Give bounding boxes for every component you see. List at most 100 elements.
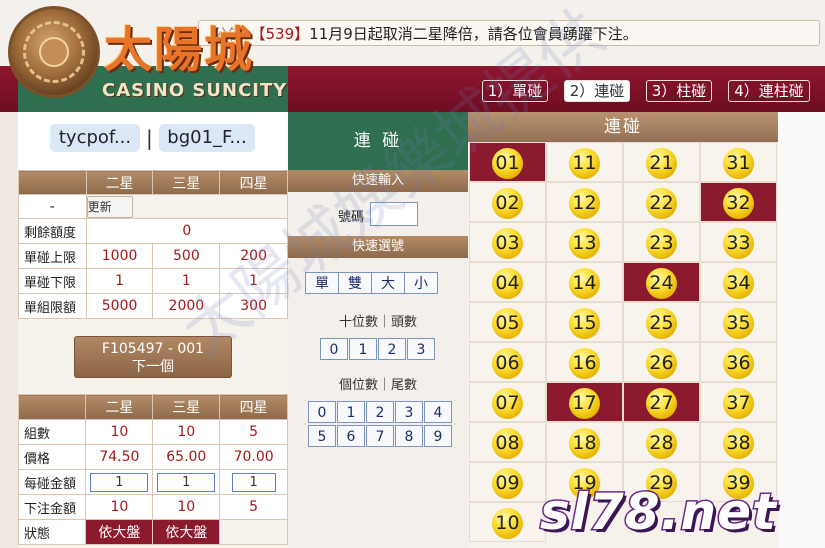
units-digit-buttons-row2: 5 6 7 8 9	[308, 425, 453, 447]
number-ball-12: 12	[569, 188, 600, 219]
units-digit-label: 個位數｜尾數	[338, 378, 417, 393]
number-cell-31[interactable]: 31	[700, 142, 777, 182]
number-cell-16[interactable]: 16	[546, 342, 623, 382]
number-cell-06[interactable]: 06	[469, 342, 546, 382]
price-2star: 74.50	[85, 444, 154, 470]
units-4-button[interactable]: 4	[424, 401, 452, 423]
per-bet-amount-3star-input[interactable]: 1	[157, 472, 216, 492]
row-label-group-limit: 單組限額	[18, 293, 87, 319]
bet-header-3star: 三星	[152, 394, 221, 420]
number-cell-13[interactable]: 13	[546, 222, 623, 262]
number-cell-33[interactable]: 33	[700, 222, 777, 262]
number-cell-07[interactable]: 07	[469, 382, 546, 422]
bet-header-4star: 四星	[219, 394, 288, 420]
number-cell-12[interactable]: 12	[546, 182, 623, 222]
number-cell-15[interactable]: 15	[546, 302, 623, 342]
groups-4star: 5	[219, 419, 288, 445]
number-cell-25[interactable]: 25	[623, 302, 700, 342]
number-cell-24[interactable]: 24	[623, 262, 700, 302]
number-cell-38[interactable]: 38	[700, 422, 777, 462]
number-cell-02[interactable]: 02	[469, 182, 546, 222]
tens-3-button[interactable]: 3	[407, 338, 435, 360]
per-bet-amount-4star-input[interactable]: 1	[231, 472, 276, 492]
odd-button[interactable]: 單	[305, 272, 339, 294]
quick-input-header: 快速輸入	[288, 170, 468, 192]
units-6-button[interactable]: 6	[337, 425, 365, 447]
units-9-button[interactable]: 9	[424, 425, 452, 447]
number-cell-10[interactable]: 10	[469, 502, 546, 542]
status-2star: 依大盤	[85, 519, 154, 545]
big-button[interactable]: 大	[371, 272, 405, 294]
group-limit-2star: 5000	[85, 293, 154, 319]
notice-text: 11月9日起取消二星降倍，請各位會員踴躍下注。	[309, 25, 638, 43]
per-bet-amount-2star-input[interactable]: 1	[90, 472, 149, 492]
tab-consecutive-column[interactable]: 4）連柱碰	[728, 80, 810, 102]
number-cell-08[interactable]: 08	[469, 422, 546, 462]
tab-column[interactable]: 3）柱碰	[646, 80, 712, 102]
units-7-button[interactable]: 7	[366, 425, 394, 447]
tens-0-button[interactable]: 0	[320, 338, 348, 360]
quick-select-panel: 連 碰 快速輸入 號碼 快速選號 單 雙 大 小 十位數｜頭數 0 1 2 3 …	[288, 112, 468, 548]
number-cell-03[interactable]: 03	[469, 222, 546, 262]
tab-single[interactable]: 1）單碰	[482, 80, 548, 102]
number-cell-26[interactable]: 26	[623, 342, 700, 382]
number-cell-09[interactable]: 09	[469, 462, 546, 502]
tens-1-button[interactable]: 1	[349, 338, 377, 360]
logo-english-name: CASINO SUNCITY	[102, 80, 288, 101]
number-cell-35[interactable]: 35	[700, 302, 777, 342]
table-row: 單碰下限 1 1 1	[18, 268, 288, 294]
number-grid-title: 連碰	[468, 112, 778, 142]
row-label-per-bet: 每碰金額	[17, 469, 87, 495]
price-4star: 70.00	[219, 444, 288, 470]
number-ball-35: 35	[723, 308, 754, 339]
units-3-button[interactable]: 3	[395, 401, 423, 423]
number-cell-36[interactable]: 36	[700, 342, 777, 382]
number-ball-11: 11	[569, 148, 600, 179]
even-button[interactable]: 雙	[338, 272, 372, 294]
number-cell-04[interactable]: 04	[469, 262, 546, 302]
number-ball-25: 25	[646, 308, 677, 339]
tens-2-button[interactable]: 2	[378, 338, 406, 360]
user-accounts: tycpof... | bg01_F...	[18, 112, 288, 170]
tab-consecutive[interactable]: 2）連碰	[564, 80, 630, 102]
limits-header-4star: 四星	[219, 170, 288, 195]
number-ball-22: 22	[646, 188, 677, 219]
min-2star: 1	[85, 268, 154, 294]
number-cell-01[interactable]: 01	[469, 142, 546, 182]
units-0-button[interactable]: 0	[308, 401, 336, 423]
units-2-button[interactable]: 2	[366, 401, 394, 423]
units-8-button[interactable]: 8	[395, 425, 423, 447]
small-button[interactable]: 小	[404, 272, 438, 294]
account-separator: |	[146, 126, 153, 150]
number-cell-17[interactable]: 17	[546, 382, 623, 422]
max-3star: 500	[152, 243, 221, 269]
number-cell-28[interactable]: 28	[623, 422, 700, 462]
next-ticket-button[interactable]: F105497 - 001 下一個	[74, 336, 232, 378]
number-cell-14[interactable]: 14	[546, 262, 623, 302]
number-cell-23[interactable]: 23	[623, 222, 700, 262]
number-ball-37: 37	[723, 388, 754, 419]
number-input[interactable]	[370, 202, 418, 226]
units-5-button[interactable]: 5	[308, 425, 336, 447]
number-ball-33: 33	[723, 228, 754, 259]
left-panel: tycpof... | bg01_F... 二星 三星 四星 - 更新 剩餘額度…	[17, 112, 289, 548]
number-cell-34[interactable]: 34	[700, 262, 777, 302]
number-ball-36: 36	[723, 348, 754, 379]
number-cell-18[interactable]: 18	[546, 422, 623, 462]
casino-logo: 太陽城 CASINO SUNCITY	[4, 2, 294, 102]
table-row: 剩餘額度 0	[18, 218, 289, 244]
groups-3star: 10	[152, 419, 221, 445]
number-cell-37[interactable]: 37	[700, 382, 777, 422]
number-cell-21[interactable]: 21	[623, 142, 700, 182]
number-cell-22[interactable]: 22	[623, 182, 700, 222]
group-limit-4star: 300	[219, 293, 288, 319]
number-cell-05[interactable]: 05	[469, 302, 546, 342]
table-row: 價格 74.50 65.00 70.00	[17, 444, 288, 470]
number-cell-32[interactable]: 32	[700, 182, 777, 222]
number-cell-27[interactable]: 27	[623, 382, 700, 422]
units-1-button[interactable]: 1	[337, 401, 365, 423]
limits-header-row: 二星 三星 四星	[18, 170, 288, 195]
number-cell-11[interactable]: 11	[546, 142, 623, 182]
update-button[interactable]: 更新	[86, 195, 133, 218]
number-ball-04: 04	[492, 268, 523, 299]
